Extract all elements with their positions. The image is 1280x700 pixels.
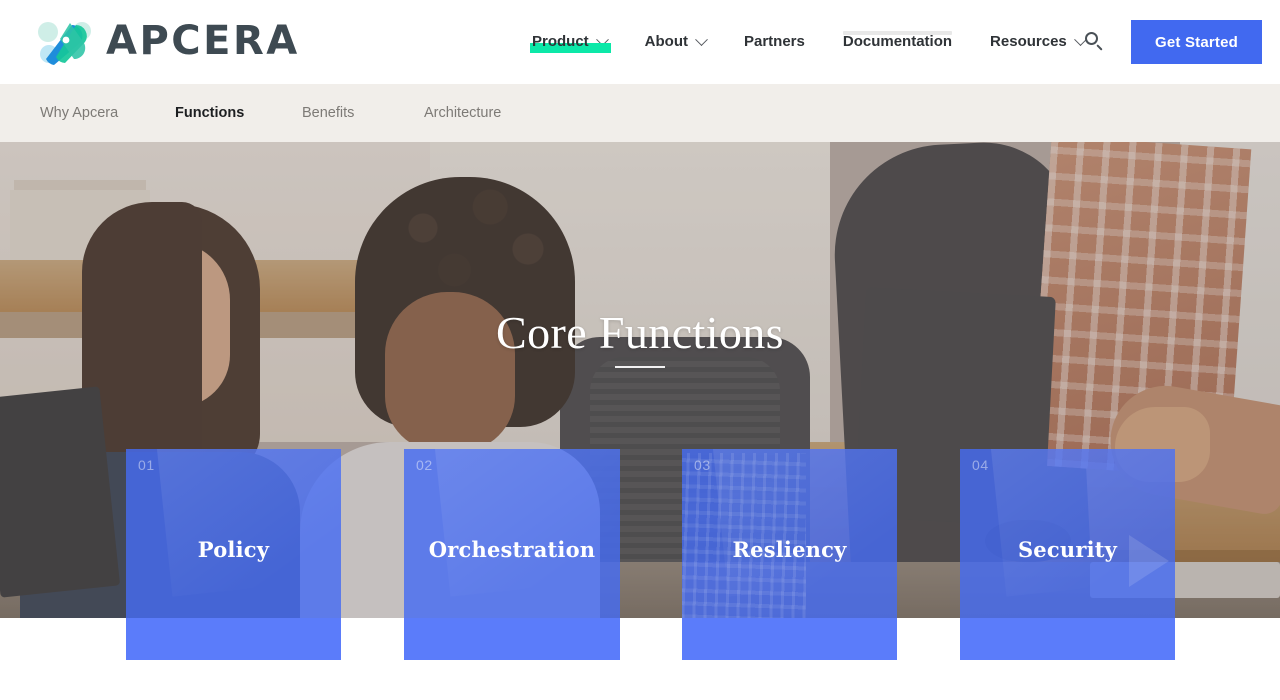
primary-navigation: Product About Partners Documentation Res…: [530, 0, 1087, 84]
nav-item-about-label: About: [644, 33, 688, 50]
site-header: APCERA Product About Partners Documentat…: [0, 0, 1280, 84]
core-functions-card-row: 01 Policy 02 Orchestration 03 Resliency …: [0, 449, 1280, 664]
nav-item-product[interactable]: Product: [530, 32, 611, 53]
section-subnav: Why Apcera Functions Benefits Architectu…: [0, 84, 1280, 142]
function-card-resliency[interactable]: 03 Resliency: [682, 449, 897, 660]
card-title: Resliency: [732, 537, 847, 562]
function-card-security[interactable]: 04 Security: [960, 449, 1175, 660]
card-number: 02: [416, 457, 433, 473]
subnav-item-why-apcera[interactable]: Why Apcera: [40, 105, 175, 121]
function-card-orchestration[interactable]: 02 Orchestration: [404, 449, 620, 660]
card-footer-band: [960, 618, 1175, 660]
apcera-propeller-logo-icon: [32, 13, 98, 69]
nav-item-partners-label: Partners: [744, 33, 805, 50]
card-title: Security: [1017, 537, 1118, 562]
function-card-policy[interactable]: 01 Policy: [126, 449, 341, 660]
nav-item-partners[interactable]: Partners: [744, 33, 805, 51]
nav-item-about[interactable]: About: [644, 32, 708, 51]
chevron-down-icon: [695, 32, 708, 46]
subnav-item-functions[interactable]: Functions: [175, 105, 302, 121]
card-number: 04: [972, 457, 989, 473]
subnav-item-architecture[interactable]: Architecture: [424, 105, 501, 121]
nav-item-resources[interactable]: Resources: [990, 32, 1087, 51]
logo-wordmark: APCERA: [106, 18, 300, 64]
search-icon[interactable]: [1084, 31, 1106, 53]
card-number: 01: [138, 457, 155, 473]
card-title: Orchestration: [428, 537, 596, 562]
title-divider: [615, 366, 665, 368]
card-title: Policy: [197, 537, 270, 562]
search-icon-handle: [1096, 44, 1103, 51]
page-title: Core Functions: [496, 307, 784, 358]
card-footer-band: [682, 618, 897, 660]
nav-item-product-label: Product: [532, 33, 589, 50]
card-footer-band: [126, 618, 341, 660]
get-started-button[interactable]: Get Started: [1131, 20, 1262, 64]
search-icon-ring: [1085, 32, 1098, 45]
logo-link[interactable]: APCERA: [32, 13, 300, 69]
nav-item-documentation-label: Documentation: [842, 33, 953, 50]
nav-item-resources-label: Resources: [990, 33, 1067, 50]
nav-item-documentation[interactable]: Documentation: [842, 31, 953, 51]
card-number: 03: [694, 457, 711, 473]
subnav-item-benefits[interactable]: Benefits: [302, 105, 424, 121]
card-footer-band: [404, 618, 620, 660]
